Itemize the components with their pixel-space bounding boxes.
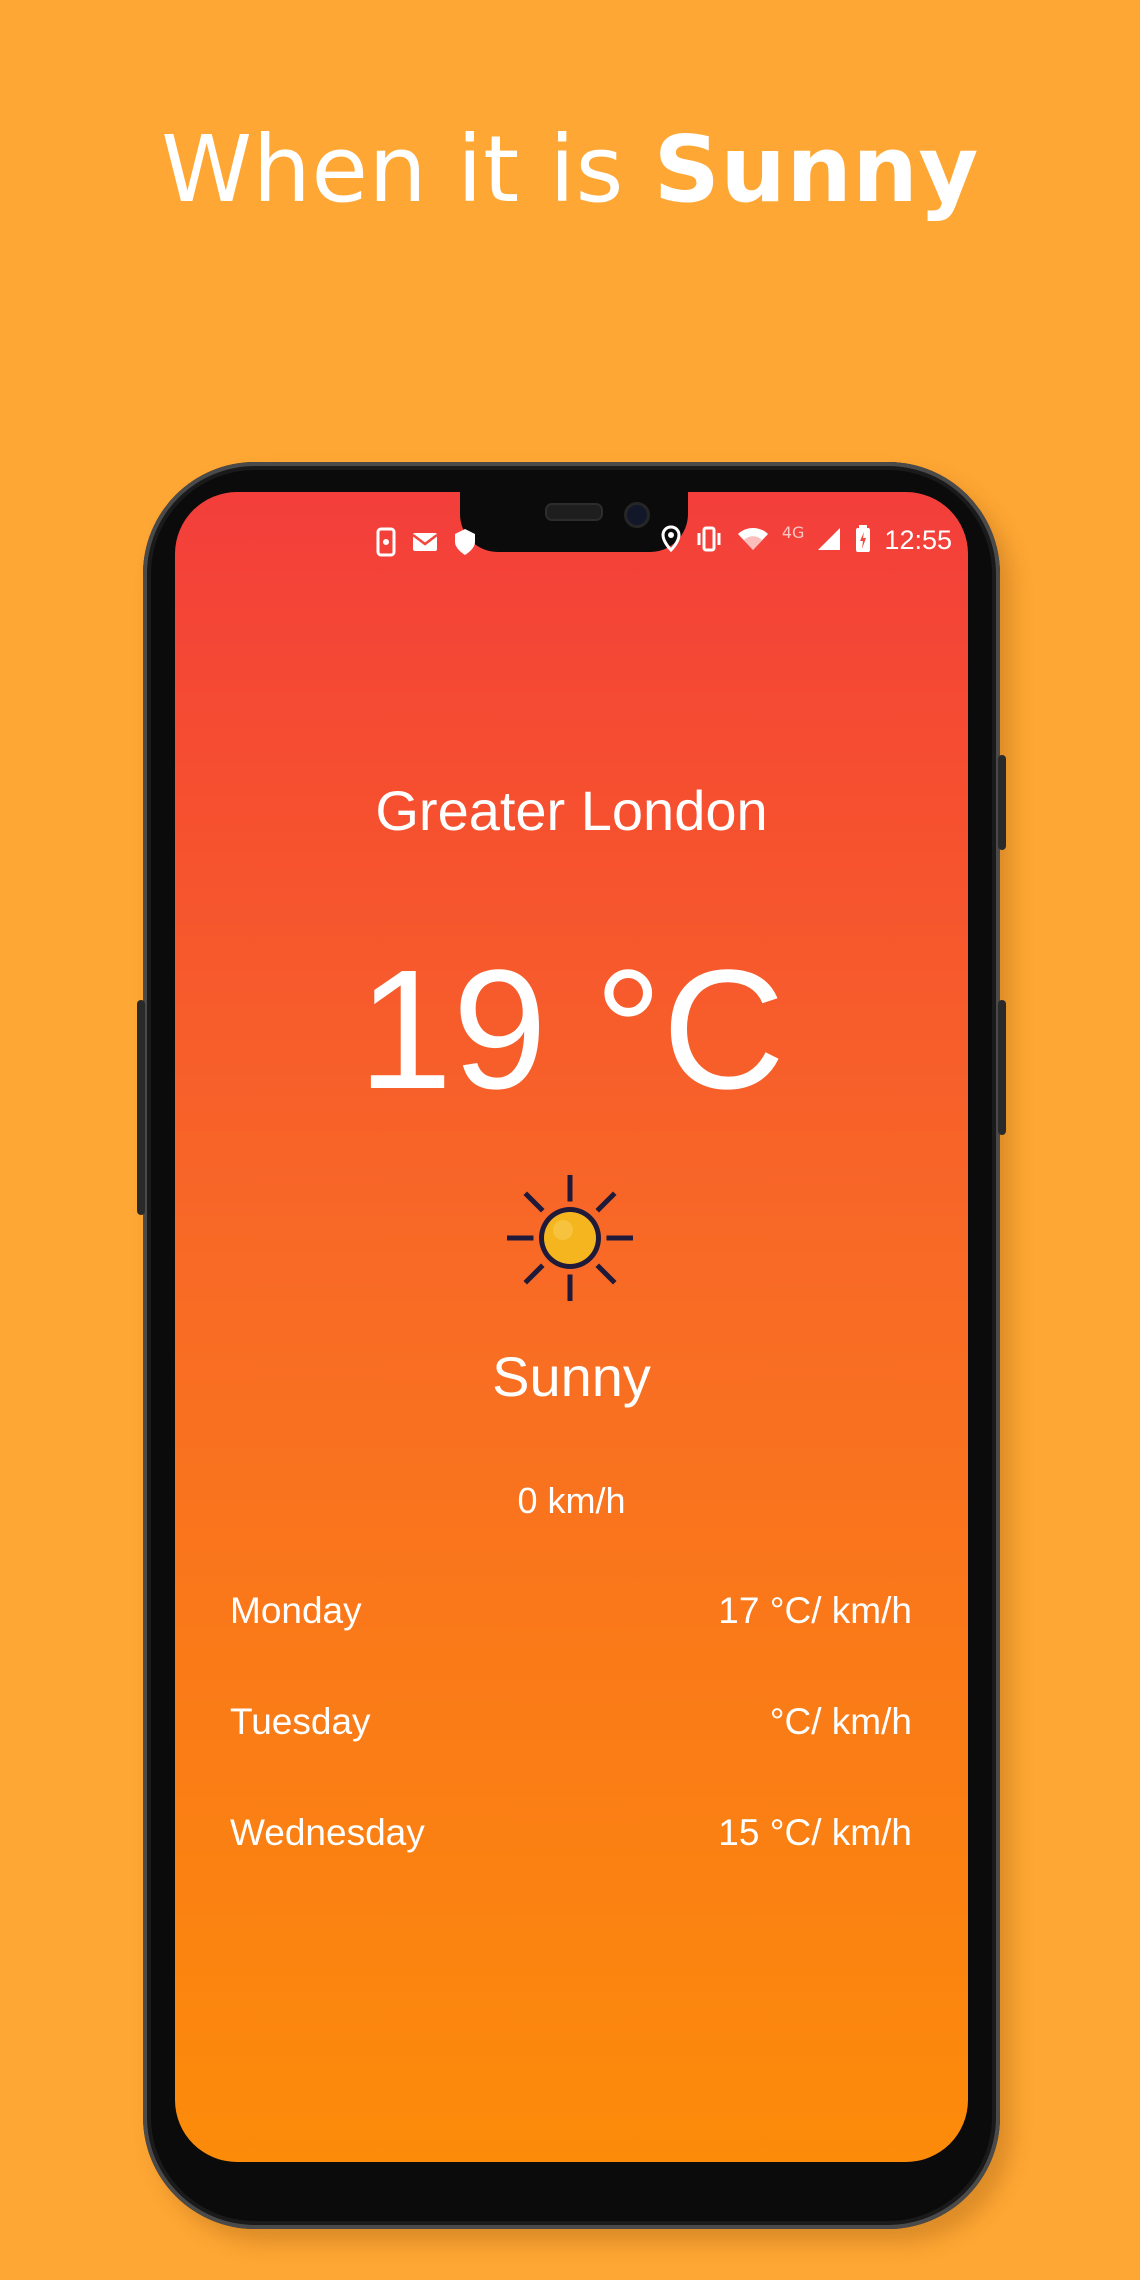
forecast-list: Monday 17 °C/ km/h Tuesday °C/ km/h Wedn… <box>230 1586 912 1919</box>
current-temperature: 19 °C <box>357 935 786 1125</box>
forecast-value: 17 °C/ km/h <box>718 1590 912 1631</box>
vibrate-icon <box>694 524 724 556</box>
forecast-value: 15 °C/ km/h <box>718 1812 912 1853</box>
promo-headline: When it is Sunny <box>0 115 1140 225</box>
forecast-day: Tuesday <box>230 1701 371 1742</box>
shield-icon <box>453 527 477 559</box>
weather-condition: Sunny <box>492 1345 651 1408</box>
forecast-day: Monday <box>230 1590 362 1631</box>
status-time: 12:55 <box>884 524 952 555</box>
forecast-row: Monday 17 °C/ km/h <box>230 1586 912 1697</box>
phone-icon <box>375 527 397 559</box>
power-button <box>998 755 1006 850</box>
volume-button-right <box>998 1000 1006 1135</box>
status-bar-left <box>375 527 477 559</box>
wind-speed: 0 km/h <box>517 1480 626 1521</box>
volume-button-left <box>137 1000 145 1215</box>
city-name: Greater London <box>375 779 768 842</box>
mail-icon <box>411 527 439 559</box>
forecast-row: Wednesday 15 °C/ km/h <box>230 1808 912 1919</box>
wifi-icon <box>736 524 770 556</box>
forecast-day: Wednesday <box>230 1812 425 1853</box>
location-icon <box>660 524 682 556</box>
forecast-value: °C/ km/h <box>769 1701 912 1742</box>
signal-icon <box>816 524 842 556</box>
network-type-label: 4G <box>781 523 805 542</box>
forecast-row: Tuesday °C/ km/h <box>230 1697 912 1808</box>
headline-emphasis: Sunny <box>653 116 979 223</box>
front-camera <box>624 502 650 528</box>
earpiece-speaker <box>545 503 603 521</box>
headline-prefix: When it is <box>161 116 654 223</box>
status-bar-right: 4G 12:55 <box>660 524 952 556</box>
battery-icon <box>854 524 872 556</box>
sun-icon <box>506 1174 634 1302</box>
